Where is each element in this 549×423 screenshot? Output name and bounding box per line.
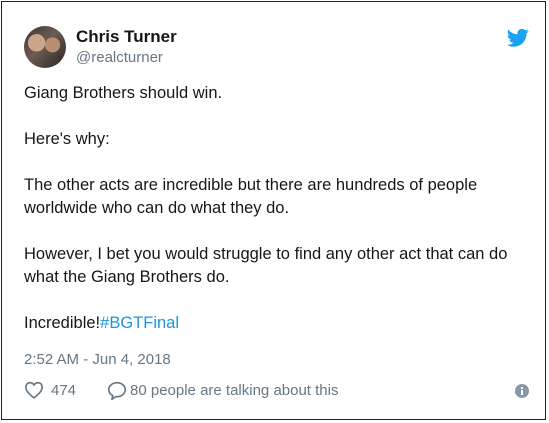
like-count[interactable]: 474 <box>51 382 76 399</box>
author-name[interactable]: Chris Turner <box>76 27 177 47</box>
tweet-body: Giang Brothers should win. Here's why: T… <box>24 82 529 358</box>
hashtag-link[interactable]: #BGTFinal <box>100 314 179 332</box>
conversation-link[interactable]: 80 people are talking about this <box>130 382 338 399</box>
author-handle[interactable]: @realcturner <box>76 49 163 66</box>
tweet-closing-line: Incredible!#BGTFinal <box>24 312 529 335</box>
closing-text: Incredible! <box>24 314 101 332</box>
tweet-card: Chris Turner @realcturner Giang Brothers… <box>1 1 546 420</box>
tweet-timestamp[interactable]: 2:52 AM - Jun 4, 2018 <box>24 351 171 368</box>
tweet-paragraph: However, I bet you would struggle to fin… <box>24 245 508 286</box>
tweet-paragraph: Giang Brothers should win. <box>24 84 223 102</box>
twitter-bird-icon[interactable] <box>507 28 529 48</box>
avatar[interactable] <box>24 26 66 68</box>
tweet-paragraph: The other acts are incredible but there … <box>24 176 478 217</box>
speech-bubble-icon[interactable] <box>107 381 127 400</box>
tweet-header: Chris Turner @realcturner <box>24 26 529 70</box>
tweet-paragraph: Here's why: <box>24 130 110 148</box>
heart-icon[interactable] <box>24 381 44 399</box>
info-icon[interactable] <box>515 384 529 398</box>
tweet-actions: 474 80 people are talking about this <box>24 380 529 402</box>
